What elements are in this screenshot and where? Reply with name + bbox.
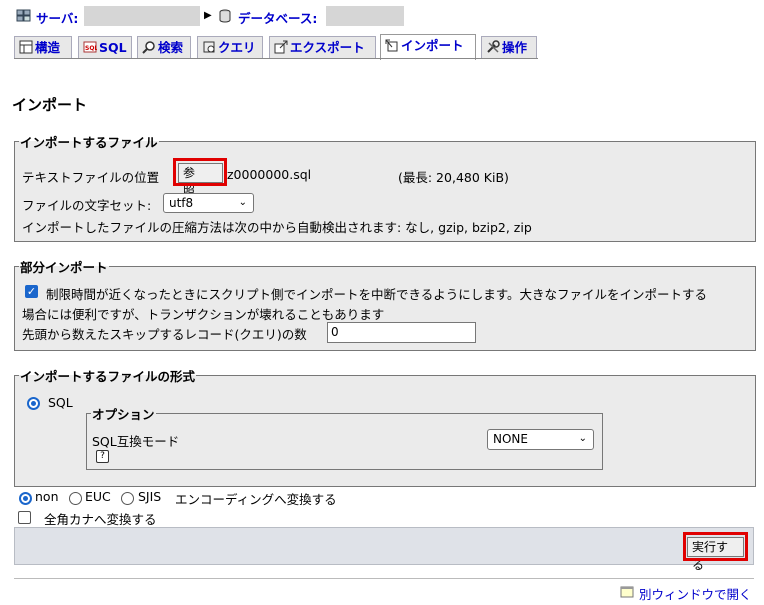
export-icon <box>274 39 288 54</box>
chevron-down-icon: ⌄ <box>238 197 247 208</box>
kana-convert-label: 全角カナへ変換する <box>44 512 157 527</box>
tab-sql[interactable]: SQL SQL <box>78 36 132 58</box>
file-location-label: テキストファイルの位置 <box>22 170 160 185</box>
database-link[interactable]: データベース: <box>238 8 317 27</box>
format-legend: インポートするファイルの形式 <box>20 369 196 384</box>
import-icon <box>385 37 399 52</box>
charset-value: utf8 <box>169 196 194 210</box>
tab-label: SQL <box>99 40 127 55</box>
partial-import-legend: 部分インポート <box>20 260 108 275</box>
tab-label: クエリ <box>218 40 256 55</box>
encoding-sjis-radio[interactable] <box>121 492 134 505</box>
sql-compat-value: NONE <box>493 432 528 446</box>
encoding-sjis-label: SJIS <box>138 489 162 504</box>
max-size-note: (最長: 20,480 KiB) <box>398 170 509 185</box>
sql-compat-select[interactable]: NONE ⌄ <box>487 429 594 450</box>
tab-operations[interactable]: 操作 <box>481 36 537 58</box>
encoding-euc-label: EUC <box>85 489 111 504</box>
query-icon <box>202 39 216 53</box>
svg-text:SQL: SQL <box>85 45 97 52</box>
new-window-link[interactable]: 別ウィンドウで開く <box>639 584 752 603</box>
charset-label: ファイルの文字セット: <box>22 198 152 213</box>
encoding-euc-radio[interactable] <box>69 492 82 505</box>
database-icon <box>218 9 232 26</box>
tab-search[interactable]: 検索 <box>137 36 191 58</box>
browse-button-highlight <box>173 158 227 186</box>
allow-interrupt-checkbox[interactable]: ✓ <box>25 285 38 298</box>
format-sql-radio[interactable] <box>27 397 40 410</box>
breadcrumb: サーバ: ▶ データベース: <box>16 6 416 26</box>
tab-import[interactable]: インポート <box>380 34 476 60</box>
options-legend: オプション <box>92 407 155 422</box>
format-sql-label: SQL <box>48 395 73 410</box>
import-file-legend: インポートするファイル <box>20 135 158 150</box>
breadcrumb-arrow-icon: ▶ <box>204 10 212 21</box>
tab-export[interactable]: エクスポート <box>269 36 376 58</box>
kana-convert-checkbox[interactable] <box>18 511 31 524</box>
tab-label: 構造 <box>35 40 61 55</box>
server-icon <box>16 9 32 26</box>
allow-interrupt-label-line2: 場合には便利ですが、トランザクションが壊れることもあります <box>22 307 385 322</box>
tab-label: エクスポート <box>290 40 365 55</box>
submit-button-highlight <box>683 532 748 561</box>
sql-icon: SQL <box>83 39 98 53</box>
tab-underline <box>14 58 538 59</box>
tab-structure[interactable]: 構造 <box>14 36 72 58</box>
database-name-redacted <box>326 6 404 26</box>
tab-label: 検索 <box>158 40 184 55</box>
chevron-down-icon: ⌄ <box>578 433 587 444</box>
help-icon[interactable]: ? <box>96 450 109 463</box>
sql-compat-label: SQL互換モード <box>92 434 180 449</box>
tab-query[interactable]: クエリ <box>197 36 263 58</box>
submit-bar <box>14 527 754 565</box>
footer-divider <box>14 578 754 579</box>
operations-icon <box>486 39 500 53</box>
selected-file-name: z0000000.sql <box>227 167 312 182</box>
server-name-redacted <box>84 6 200 26</box>
structure-icon <box>19 39 33 54</box>
tab-label: インポート <box>401 38 464 53</box>
encoding-non-radio[interactable] <box>19 492 32 505</box>
skip-queries-label: 先頭から数えたスキップするレコード(クエリ)の数 <box>22 327 307 342</box>
charset-select[interactable]: utf8 ⌄ <box>163 193 254 213</box>
encoding-non-label: non <box>35 489 59 504</box>
new-window-icon <box>620 585 634 602</box>
tab-label: 操作 <box>502 40 528 55</box>
server-link[interactable]: サーバ: <box>36 8 78 27</box>
search-icon <box>142 39 156 54</box>
encoding-convert-label: エンコーディングへ変換する <box>175 492 337 507</box>
skip-queries-input[interactable]: 0 <box>327 322 476 343</box>
allow-interrupt-label-line1: 制限時間が近くなったときにスクリプト側でインポートを中断できるようにします。大き… <box>46 287 708 302</box>
page-title: インポート <box>12 96 88 114</box>
compression-note: インポートしたファイルの圧縮方法は次の中から自動検出されます: なし, gzip… <box>22 220 532 235</box>
